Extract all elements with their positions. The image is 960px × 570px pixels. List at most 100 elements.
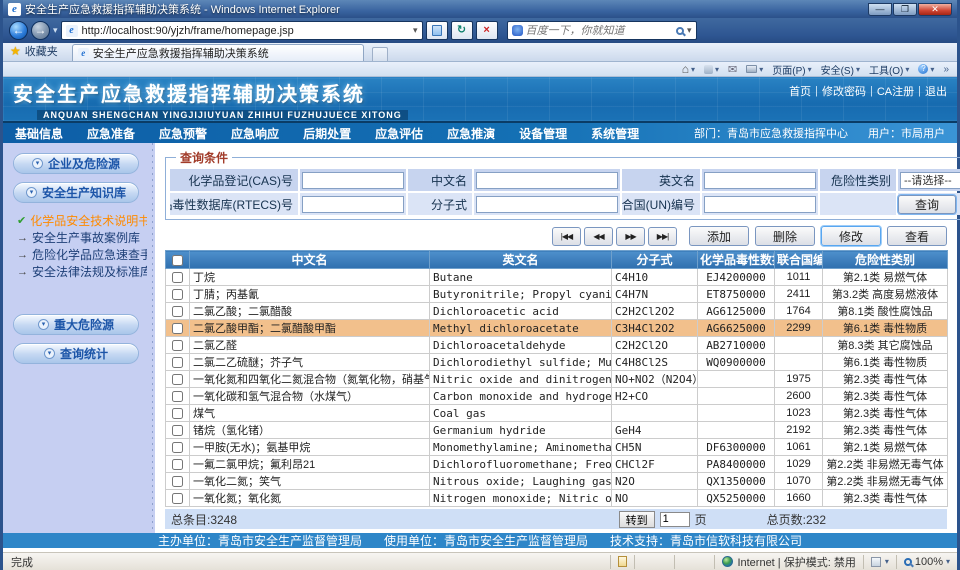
url-field[interactable]: e http://localhost:90/yjzh/frame/homepag… (61, 21, 423, 40)
hazard-class-select[interactable]: --请选择-- ▼ (900, 172, 960, 189)
sidebar-group-2[interactable]: ▾重大危险源 (13, 314, 139, 335)
table-row[interactable]: 一甲胺(无水)；氨基甲烷Monomethylamine; Aminomethan… (166, 439, 948, 456)
header-link-3[interactable]: 退出 (925, 83, 947, 99)
table-row[interactable]: 锗烷（氢化锗）Germanium hydrideGeH42192第2.3类 毒性… (166, 422, 948, 439)
forward-button[interactable]: → (31, 21, 50, 40)
table-row[interactable]: 二氯乙酸甲酯；二氯醋酸甲酯Methyl dichloroacetateC3H4C… (166, 320, 948, 337)
sidebar-group-0[interactable]: ▾企业及危险源 (13, 153, 139, 174)
menu-item-7[interactable]: 设备管理 (519, 125, 567, 142)
row-checkbox[interactable] (172, 425, 183, 436)
table-row[interactable]: 一氧化氮和四氧化二氮混合物（氮氧化物，硝基气，氧化氮气体）Nitric oxid… (166, 371, 948, 388)
menu-item-0[interactable]: 基础信息 (15, 125, 63, 142)
cas-input[interactable] (302, 172, 404, 189)
search-box[interactable]: ▾ (507, 21, 697, 40)
magnifier-icon[interactable] (676, 27, 684, 35)
table-row[interactable]: 二氯乙酸；二氯醋酸Dichloroacetic acidC2H2Cl2O2AG6… (166, 303, 948, 320)
sidebar-group-3[interactable]: ▾查询统计 (13, 343, 139, 364)
first-page-button[interactable]: |◀◀ (552, 227, 581, 246)
url-dropdown-icon[interactable]: ▾ (413, 25, 418, 36)
un-input[interactable] (704, 196, 816, 213)
table-row[interactable]: 二氯二乙硫醚；芥子气Dichlorodiethyl sulfide; Musta… (166, 354, 948, 371)
cell-cn: 一氧化氮和四氧化二氮混合物（氮氧化物，硝基气，氧化氮气体） (190, 371, 430, 388)
row-checkbox[interactable] (172, 289, 183, 300)
menu-item-4[interactable]: 后期处置 (303, 125, 351, 142)
cn-name-input[interactable] (476, 172, 618, 189)
url-text[interactable]: http://localhost:90/yjzh/frame/homepage.… (82, 25, 409, 37)
safety-menu[interactable]: 安全(S)▾ (821, 62, 860, 77)
read-mail-button[interactable]: ✉ (728, 63, 737, 76)
sidebar-group-1[interactable]: ▾安全生产知识库 (13, 182, 139, 203)
rtecs-input[interactable] (302, 196, 404, 213)
row-checkbox[interactable] (172, 374, 183, 385)
row-checkbox[interactable] (172, 391, 183, 402)
table-row[interactable]: 一氟二氯甲烷；氟利昂21Dichlorofluoromethane; Freon… (166, 456, 948, 473)
browser-tab[interactable]: e 安全生产应急救援指挥辅助决策系统 (72, 44, 364, 61)
menu-item-6[interactable]: 应急推演 (447, 125, 495, 142)
menu-item-1[interactable]: 应急准备 (87, 125, 135, 142)
row-checkbox[interactable] (172, 493, 183, 504)
sidebar-link-1-0[interactable]: ✔化学品安全技术说明书 (17, 212, 147, 229)
row-checkbox[interactable] (172, 357, 183, 368)
new-tab-button[interactable] (372, 47, 388, 61)
menu-item-3[interactable]: 应急响应 (231, 125, 279, 142)
modify-button[interactable]: 修改 (821, 226, 881, 246)
goto-page-button[interactable]: 转到 (619, 511, 655, 528)
row-checkbox[interactable] (172, 459, 183, 470)
menu-item-5[interactable]: 应急评估 (375, 125, 423, 142)
page-number-input[interactable] (660, 512, 690, 527)
add-button[interactable]: 添加 (689, 226, 749, 246)
compatibility-view-button[interactable] (426, 21, 448, 40)
search-input[interactable] (526, 25, 673, 37)
search-button[interactable]: 查询 (898, 195, 956, 214)
refresh-button[interactable]: ↻ (451, 21, 473, 40)
favorites-button[interactable]: ★ 收藏夹 (8, 43, 64, 61)
row-checkbox[interactable] (172, 272, 183, 283)
menu-item-8[interactable]: 系统管理 (591, 125, 639, 142)
prev-page-button[interactable]: ◀◀ (584, 227, 613, 246)
stop-button[interactable]: × (476, 21, 498, 40)
view-button[interactable]: 查看 (887, 226, 947, 246)
table-row[interactable]: 丁腈；丙基氰Butyronitrile; Propyl cyanideC4H7N… (166, 286, 948, 303)
row-checkbox[interactable] (172, 408, 183, 419)
select-all-checkbox[interactable] (172, 255, 183, 266)
header-link-1[interactable]: 修改密码 (822, 83, 866, 99)
overflow-chevron-icon[interactable]: » (943, 64, 949, 75)
feeds-button[interactable]: ▾ (704, 65, 719, 74)
next-page-button[interactable]: ▶▶ (616, 227, 645, 246)
formula-input[interactable] (476, 196, 618, 213)
row-checkbox[interactable] (172, 306, 183, 317)
close-button[interactable]: ✕ (918, 3, 952, 16)
zoom-control[interactable]: 100% ▾ (896, 555, 957, 569)
search-dropdown-icon[interactable]: ▾ (687, 25, 692, 36)
home-button[interactable]: ⌂▾ (682, 64, 695, 74)
sidebar-link-1-2[interactable]: →危险化学品应急速查手... (17, 246, 147, 263)
print-button[interactable]: ▾ (746, 65, 763, 74)
row-checkbox[interactable] (172, 476, 183, 487)
table-row[interactable]: 煤气Coal gas1023第2.3类 毒性气体 (166, 405, 948, 422)
maximize-button[interactable]: ❐ (893, 3, 917, 16)
minimize-button[interactable]: — (868, 3, 892, 16)
tools-menu[interactable]: 工具(O)▾ (869, 62, 909, 77)
table-row[interactable]: 一氧化碳和氢气混合物（水煤气）Carbon monoxide and hydro… (166, 388, 948, 405)
header-link-0[interactable]: 首页 (789, 83, 811, 99)
table-row[interactable]: 二氯乙醛DichloroacetaldehydeC2H2Cl2OAB271000… (166, 337, 948, 354)
sidebar-link-1-1[interactable]: →安全生产事故案例库 (17, 229, 147, 246)
row-checkbox[interactable] (172, 340, 183, 351)
compatibility-status[interactable]: ▾ (863, 555, 896, 569)
en-name-input[interactable] (704, 172, 816, 189)
sidebar-group-label: 安全生产知识库 (42, 184, 126, 201)
help-menu[interactable]: ?▾ (918, 64, 934, 74)
history-dropdown-icon[interactable]: ▾ (53, 25, 58, 36)
sidebar-link-1-3[interactable]: →安全法律法规及标准库 (17, 263, 147, 280)
header-link-2[interactable]: CA注册 (877, 83, 914, 99)
row-checkbox[interactable] (172, 323, 183, 334)
last-page-button[interactable]: ▶▶| (648, 227, 677, 246)
delete-button[interactable]: 删除 (755, 226, 815, 246)
table-row[interactable]: 一氧化二氮；笑气Nitrous oxide; Laughing gasN2OQX… (166, 473, 948, 490)
row-checkbox[interactable] (172, 442, 183, 453)
menu-item-2[interactable]: 应急预警 (159, 125, 207, 142)
page-menu[interactable]: 页面(P)▾ (772, 62, 811, 77)
table-row[interactable]: 丁烷ButaneC4H10EJ42000001011第2.1类 易燃气体 (166, 269, 948, 286)
table-row[interactable]: 一氧化氮；氧化氮Nitrogen monoxide; Nitric oxideN… (166, 490, 948, 507)
back-button[interactable]: ← (9, 21, 28, 40)
